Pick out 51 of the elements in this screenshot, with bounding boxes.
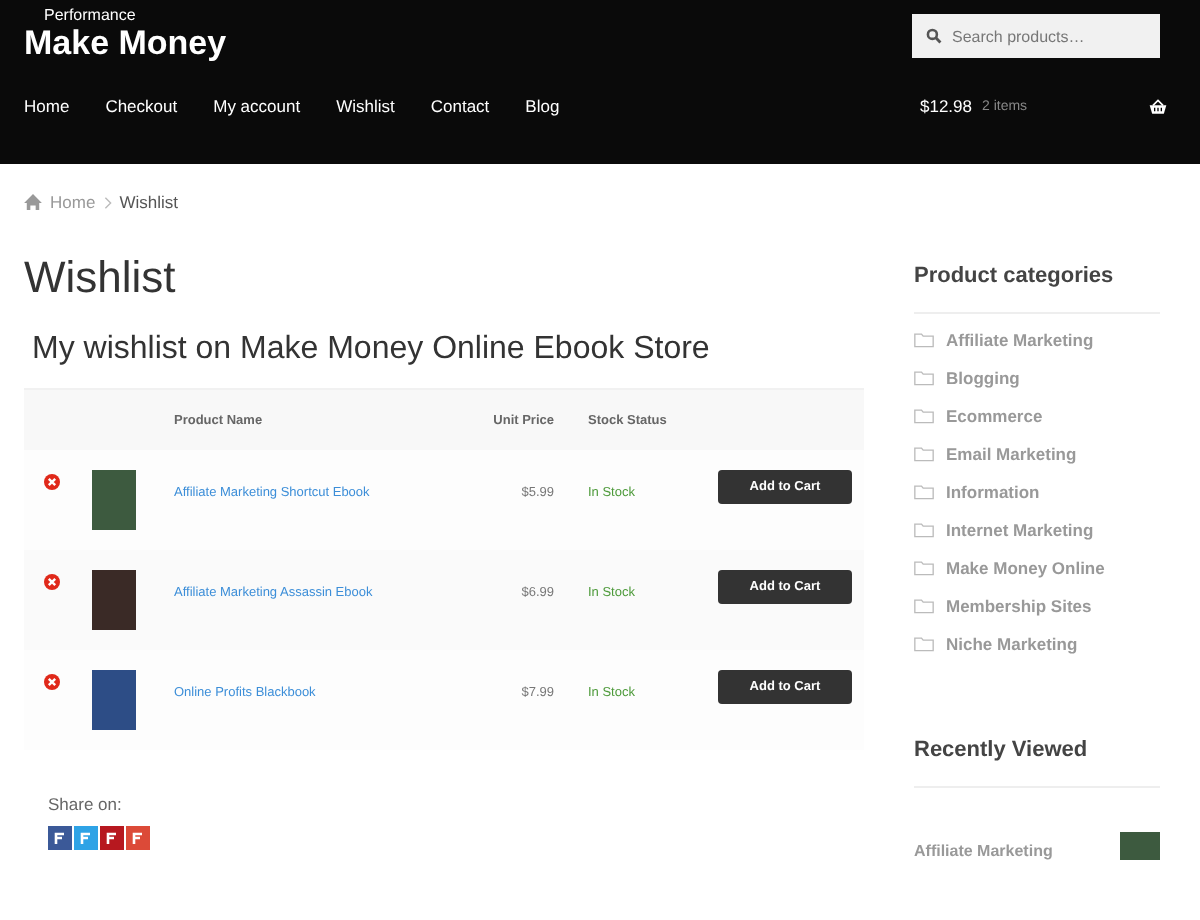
folder-icon xyxy=(914,560,934,576)
widget-title: Product categories xyxy=(914,264,1160,314)
folder-icon xyxy=(914,408,934,424)
breadcrumb-link[interactable]: Home xyxy=(50,192,96,212)
home-icon xyxy=(24,194,42,210)
remove-icon[interactable] xyxy=(44,574,60,590)
folder-icon xyxy=(914,484,934,500)
nav-link[interactable]: Home xyxy=(24,96,70,116)
remove-icon[interactable] xyxy=(44,474,60,490)
share-icon[interactable] xyxy=(48,826,72,850)
folder-icon xyxy=(914,598,934,614)
share-icon[interactable] xyxy=(100,826,124,850)
site-tagline: Performance xyxy=(44,6,138,24)
folder-icon xyxy=(914,370,934,386)
recent-product-link[interactable]: Affiliate Marketing xyxy=(914,842,1053,860)
category-link[interactable]: Blogging xyxy=(946,368,1020,388)
share-icon[interactable] xyxy=(126,826,150,850)
nav-link[interactable]: Contact xyxy=(430,96,490,116)
category-link[interactable]: Niche Marketing xyxy=(946,634,1078,654)
folder-icon xyxy=(914,522,934,538)
category-link[interactable]: Membership Sites xyxy=(946,596,1092,616)
site-title[interactable]: Make Money xyxy=(24,24,227,64)
book-cover-placeholder xyxy=(92,670,136,730)
category-link[interactable]: Information xyxy=(946,482,1040,502)
nav-link[interactable]: Checkout xyxy=(105,96,178,116)
nav-link[interactable]: My account xyxy=(213,96,301,116)
search-icon xyxy=(926,28,942,44)
category-link[interactable]: Affiliate Marketing xyxy=(946,330,1094,350)
basket-icon[interactable] xyxy=(1148,97,1168,115)
category-link[interactable]: Email Marketing xyxy=(946,444,1077,464)
cart-total[interactable]: $12.98 xyxy=(920,96,972,116)
chevron-icon xyxy=(103,195,112,209)
folder-icon xyxy=(914,446,934,462)
category-link[interactable]: Make Money Online xyxy=(946,558,1105,578)
search-field[interactable]: Search products… xyxy=(912,14,1160,58)
nav-link[interactable]: Blog xyxy=(525,96,560,116)
wishlist-title: My wishlist on Make Money Online Ebook Store xyxy=(32,332,712,368)
share-label: Share on: xyxy=(48,794,124,814)
nav-link[interactable]: Wishlist xyxy=(336,96,395,116)
page-title: Wishlist xyxy=(24,252,178,304)
folder-icon xyxy=(914,332,934,348)
folder-icon xyxy=(914,636,934,652)
remove-icon[interactable] xyxy=(44,674,60,690)
breadcrumb-current: Wishlist xyxy=(119,192,178,212)
category-link[interactable]: Internet Marketing xyxy=(946,520,1094,540)
book-cover-placeholder xyxy=(92,470,136,530)
widget-title: Recently Viewed xyxy=(914,738,1160,788)
book-cover-placeholder xyxy=(92,570,136,630)
category-link[interactable]: Ecommerce xyxy=(946,406,1043,426)
book-cover-placeholder xyxy=(1120,832,1160,860)
share-icon[interactable] xyxy=(74,826,98,850)
